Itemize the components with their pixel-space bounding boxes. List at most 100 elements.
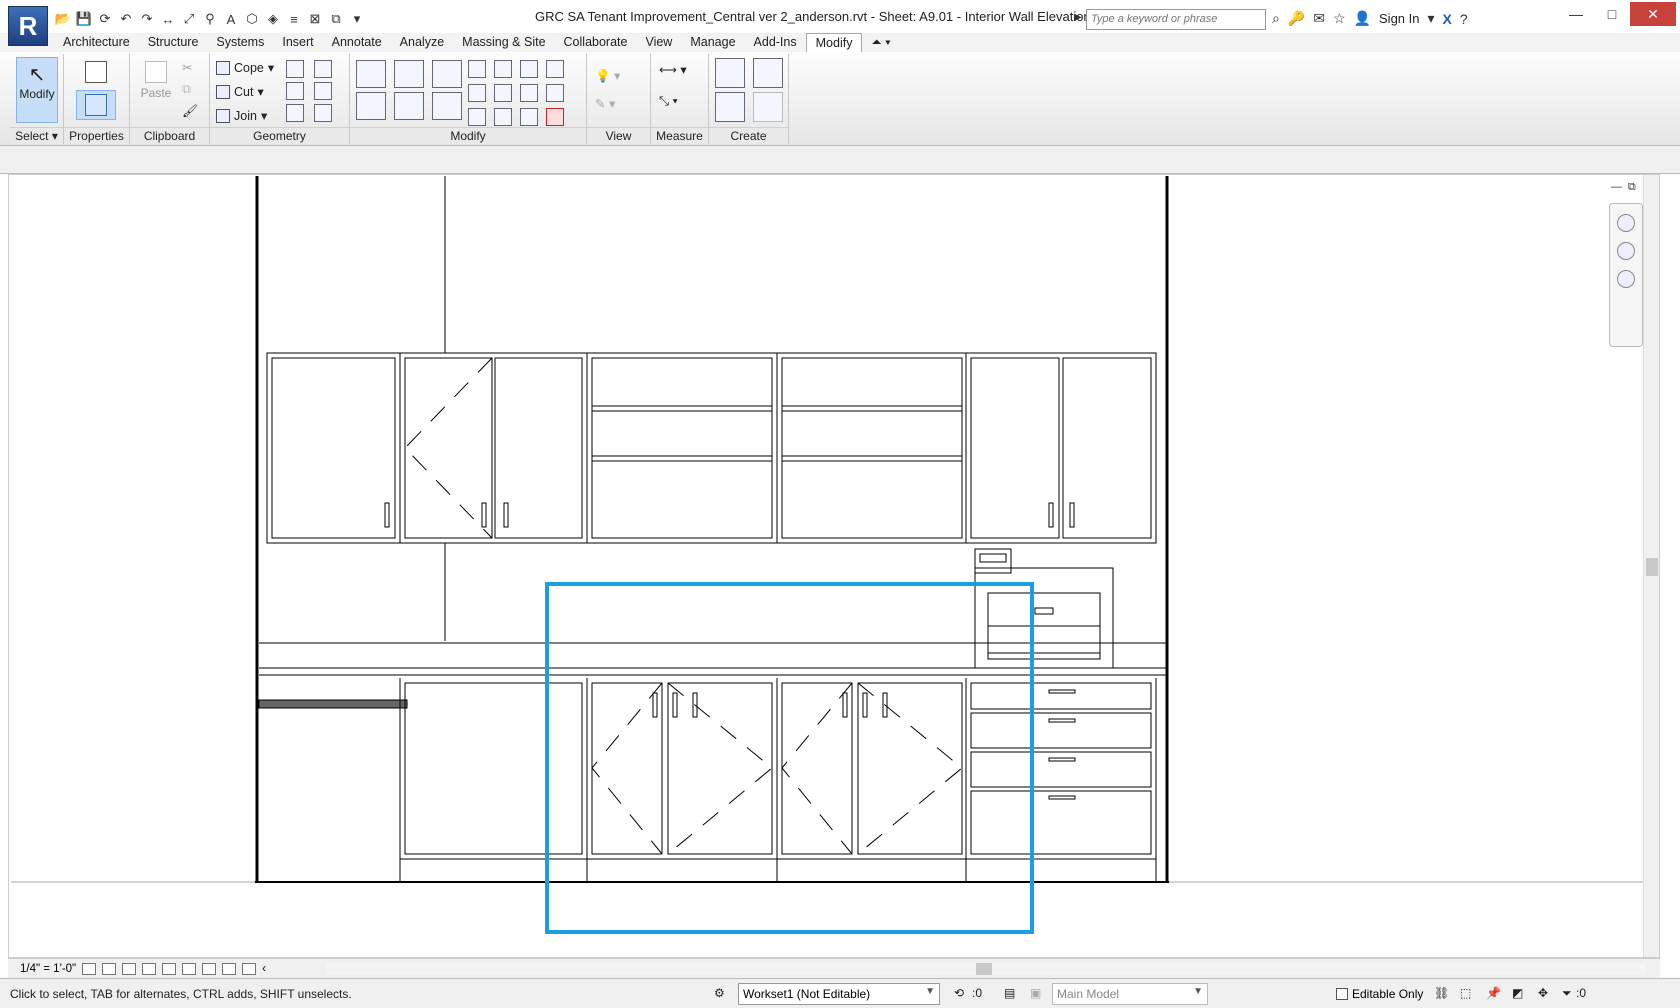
- tab-collaborate[interactable]: Collaborate: [555, 33, 637, 53]
- copy-icon[interactable]: ⧉: [182, 82, 191, 97]
- design-option-dropdown-icon[interactable]: ▼: [1193, 986, 1203, 997]
- create-parts-icon[interactable]: [715, 92, 745, 122]
- pin-icon[interactable]: [520, 84, 538, 102]
- maximize-icon[interactable]: □: [1594, 2, 1630, 26]
- measure-distance-icon[interactable]: ⟷ ▾: [659, 62, 687, 77]
- view-restore-icon[interactable]: ⧉: [1628, 181, 1636, 194]
- show-crop-icon[interactable]: [182, 962, 197, 975]
- editable-only-toggle[interactable]: Editable Only: [1336, 987, 1423, 1001]
- dimension-icon[interactable]: ⤢: [180, 10, 198, 28]
- workset-dropdown-icon[interactable]: ▼: [925, 986, 935, 997]
- view-minimize-icon[interactable]: —: [1611, 181, 1622, 194]
- tab-massing-site[interactable]: Massing & Site: [453, 33, 554, 53]
- select-links-icon[interactable]: ⛓: [1434, 986, 1449, 1000]
- editing-requests-icon[interactable]: ⟲: [954, 986, 964, 1000]
- tab-modify[interactable]: Modify: [805, 33, 863, 53]
- design-options-add-icon[interactable]: ▣: [1030, 986, 1041, 1000]
- split-face-icon[interactable]: [286, 60, 304, 78]
- tab-manage[interactable]: Manage: [681, 33, 744, 53]
- tab-architecture[interactable]: Architecture: [54, 33, 139, 53]
- cut-geometry-button[interactable]: Cut ▾: [216, 84, 264, 99]
- unpin-icon[interactable]: [546, 60, 564, 78]
- match-properties-icon[interactable]: 🖌: [182, 104, 198, 119]
- filter-icon[interactable]: ⏷: [1562, 986, 1572, 1001]
- communication-icon[interactable]: ✉: [1313, 10, 1325, 27]
- section-icon[interactable]: ◈: [264, 10, 282, 28]
- 3d-view-icon[interactable]: ⬡: [243, 10, 261, 28]
- close-hidden-icon[interactable]: ⊠: [306, 10, 324, 28]
- cut-clipboard-icon[interactable]: ✂: [182, 60, 192, 75]
- trim-multiple-icon[interactable]: [494, 108, 512, 126]
- tab-analyze[interactable]: Analyze: [391, 33, 453, 53]
- join-roof-icon[interactable]: [314, 60, 332, 78]
- create-group-icon[interactable]: [753, 92, 783, 122]
- drawing-area[interactable]: — ⧉ ✕: [8, 174, 1660, 958]
- measure-icon[interactable]: ↔: [159, 10, 177, 28]
- crop-view-icon[interactable]: [162, 962, 177, 975]
- temporary-hide-icon[interactable]: [202, 962, 217, 975]
- sign-in-dropdown-icon[interactable]: ▾: [1428, 10, 1435, 27]
- trim-single-icon[interactable]: [468, 108, 486, 126]
- demolish-icon[interactable]: [314, 82, 332, 100]
- undo-icon[interactable]: ↶: [117, 10, 135, 28]
- paint-icon[interactable]: [286, 104, 304, 122]
- tab-add-ins[interactable]: Add-Ins: [745, 33, 806, 53]
- extend-icon[interactable]: [520, 108, 538, 126]
- horizontal-scrollbar[interactable]: [326, 963, 1646, 975]
- text-icon[interactable]: A: [222, 10, 240, 28]
- properties-button[interactable]: [76, 90, 116, 120]
- minimize-icon[interactable]: —: [1558, 2, 1594, 26]
- scale-icon[interactable]: [494, 84, 512, 102]
- design-options-icon[interactable]: ▤: [1004, 986, 1015, 1000]
- shadows-icon[interactable]: [142, 962, 157, 975]
- detail-level-icon[interactable]: [82, 962, 97, 975]
- delete-icon[interactable]: [546, 108, 564, 126]
- horizontal-scroll-thumb[interactable]: [976, 963, 992, 975]
- view-scale[interactable]: 1/4" = 1'-0": [20, 963, 76, 975]
- aligned-dimension-icon[interactable]: ⤡ ▾: [659, 94, 678, 109]
- select-by-face-icon[interactable]: ◩: [1512, 986, 1523, 1000]
- design-option-select[interactable]: Main Model ▼: [1052, 983, 1208, 1005]
- split-gap-icon[interactable]: [520, 60, 538, 78]
- wall-joins-icon[interactable]: [286, 82, 304, 100]
- pan-icon[interactable]: [1617, 242, 1635, 260]
- reveal-hidden-icon[interactable]: [222, 962, 237, 975]
- customize-qat-icon[interactable]: ▾: [348, 10, 366, 28]
- rotate-icon[interactable]: [432, 92, 462, 120]
- remove-paint-icon[interactable]: [314, 104, 332, 122]
- visual-style-icon[interactable]: [102, 962, 117, 975]
- application-menu-button[interactable]: R: [8, 6, 48, 46]
- mirror-draw-icon[interactable]: [468, 60, 486, 78]
- paste-button[interactable]: Paste: [136, 57, 176, 123]
- tab-systems[interactable]: Systems: [207, 33, 273, 53]
- ribbon-minimize-icon[interactable]: ⏶ ▾: [862, 33, 900, 53]
- thin-lines-icon[interactable]: ≡: [285, 10, 303, 28]
- switch-windows-icon[interactable]: ⧉: [327, 10, 345, 28]
- sync-icon[interactable]: ⟳: [96, 10, 114, 28]
- create-similar-icon[interactable]: [753, 58, 783, 88]
- modify-button[interactable]: ↖ Modify: [16, 57, 58, 123]
- trim-icon[interactable]: [546, 84, 564, 102]
- exchange-apps-icon[interactable]: X: [1443, 11, 1452, 27]
- offset-icon[interactable]: [394, 60, 424, 88]
- tab-insert[interactable]: Insert: [273, 33, 322, 53]
- array-icon[interactable]: [468, 84, 486, 102]
- favorites-icon[interactable]: ☆: [1333, 10, 1346, 27]
- select-underlay-icon[interactable]: ⬚: [1460, 986, 1471, 1000]
- linework-icon[interactable]: ✎ ▾: [595, 96, 615, 111]
- save-icon[interactable]: 💾: [75, 10, 93, 28]
- move-icon[interactable]: [356, 92, 386, 120]
- subscription-icon[interactable]: 🔑: [1288, 10, 1305, 27]
- mirror-axis-icon[interactable]: [432, 60, 462, 88]
- sign-in-link[interactable]: Sign In: [1379, 11, 1419, 26]
- binoculars-icon[interactable]: ⌕: [1272, 10, 1280, 27]
- vertical-scrollbar[interactable]: [1643, 175, 1659, 957]
- zoom-icon[interactable]: [1617, 270, 1635, 288]
- open-icon[interactable]: 📂: [54, 10, 72, 28]
- tag-icon[interactable]: ⚲: [201, 10, 219, 28]
- join-button[interactable]: Join ▾: [216, 108, 267, 123]
- tab-view[interactable]: View: [636, 33, 681, 53]
- tab-annotate[interactable]: Annotate: [323, 33, 391, 53]
- scroll-left-icon[interactable]: ‹: [262, 963, 266, 975]
- drag-elements-icon[interactable]: ✥: [1538, 986, 1548, 1000]
